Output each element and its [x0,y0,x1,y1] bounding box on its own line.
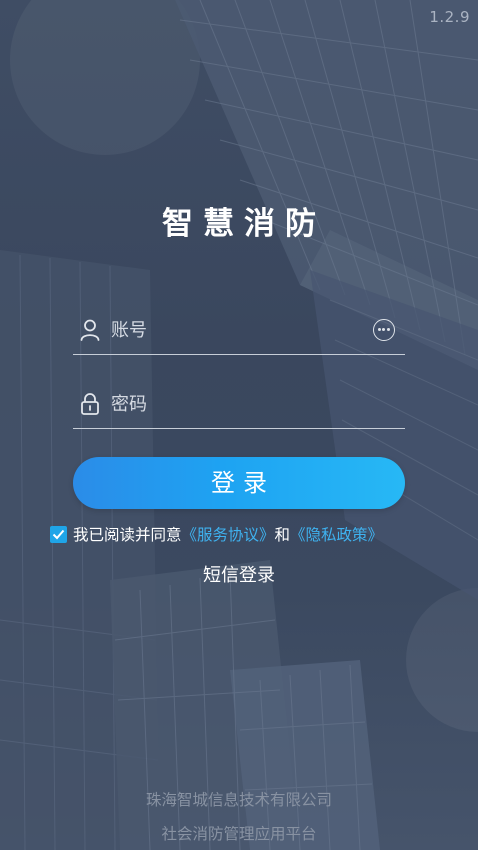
app-version: 1.2.9 [429,8,470,26]
sms-login-link[interactable]: 短信登录 [0,561,478,587]
agreement-row: 我已阅读并同意 《服务协议》 和 《隐私政策》 [50,523,383,545]
more-dot [386,328,390,331]
more-dot [382,328,385,331]
account-field [73,311,405,355]
privacy-policy-link[interactable]: 《隐私政策》 [290,523,383,545]
password-field [73,385,405,429]
agreement-text: 我已阅读并同意 [73,526,182,544]
checkmark-icon [52,529,65,539]
password-input[interactable] [111,389,361,419]
app-title: 智慧消防 [162,206,326,242]
login-button[interactable]: 登录 [73,457,405,509]
platform-name: 社会消防管理应用平台 [161,825,317,843]
service-agreement-link[interactable]: 《服务协议》 [182,523,275,545]
more-dot [377,328,381,331]
account-input[interactable] [111,315,361,345]
login-screen: 1.2.9 智慧消防 登录 我已阅读并同意 《服务协议》 和 [0,0,478,850]
lock-icon [81,393,99,415]
agreement-connector: 和 [274,526,291,544]
company-name: 珠海智城信息技术有限公司 [145,791,332,809]
more-options-icon[interactable] [373,319,395,341]
agreement-checkbox[interactable] [50,525,67,543]
user-icon [80,319,100,341]
